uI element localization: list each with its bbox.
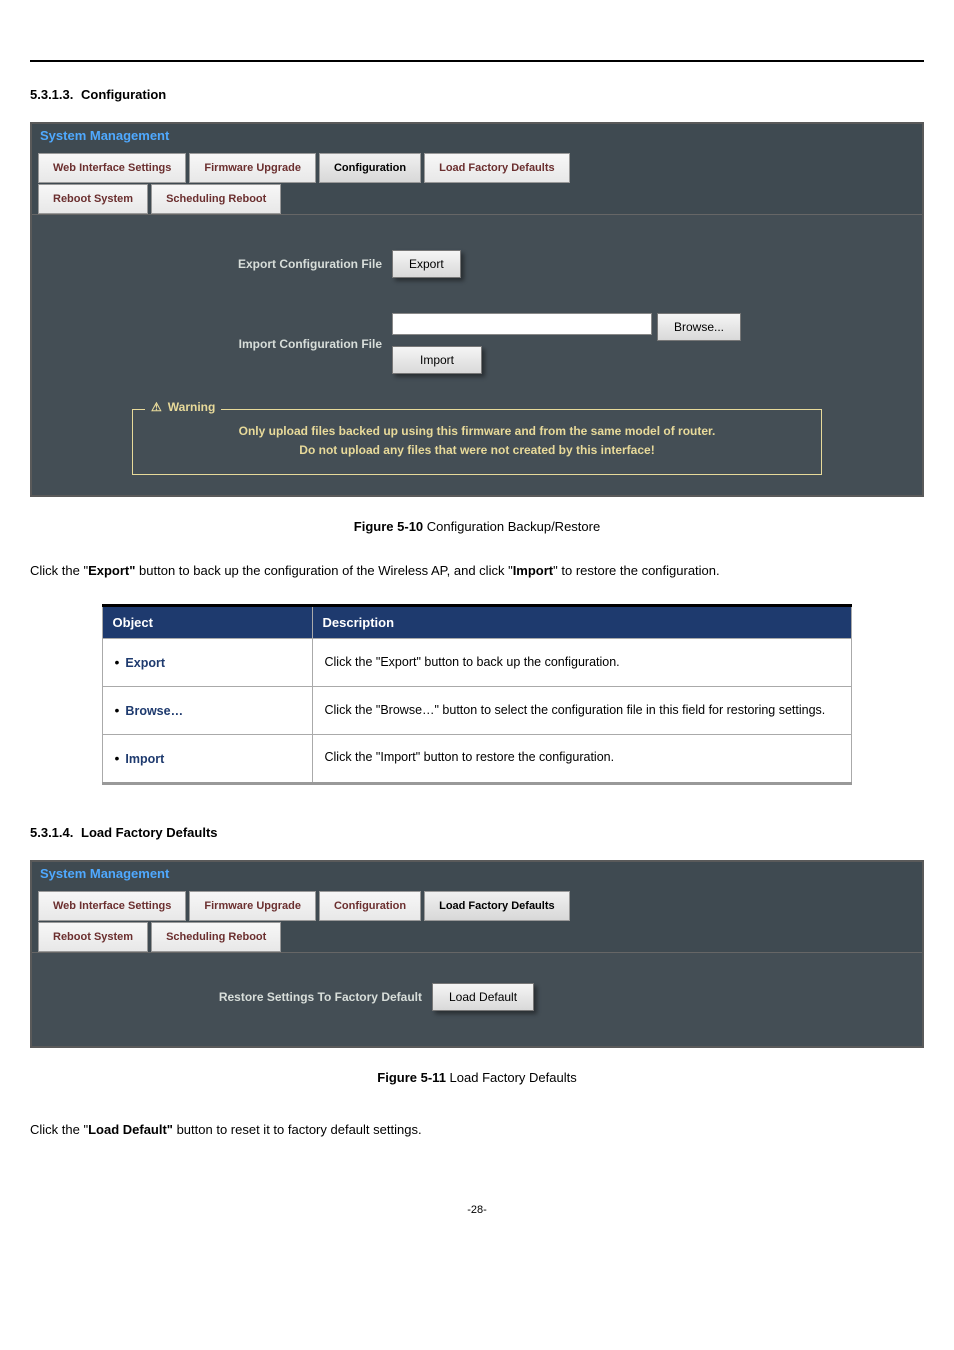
object-description-table: Object Description • Export Click the "Ex…: [102, 604, 853, 784]
tab-web-interface[interactable]: Web Interface Settings: [38, 891, 186, 921]
restore-row: Restore Settings To Factory Default Load…: [62, 983, 892, 1011]
system-management-panel-defaults: System Management Web Interface Settings…: [30, 860, 924, 1048]
tab-reboot-system[interactable]: Reboot System: [38, 922, 148, 952]
export-label: Export Configuration File: [62, 257, 392, 271]
warning-text: Only upload files backed up using this f…: [151, 422, 803, 460]
object-name: Export: [125, 656, 165, 670]
section-title: Configuration: [81, 87, 166, 102]
panel-body: Export Configuration File Export Import …: [32, 214, 922, 495]
object-description: Click the "Export" button to back up the…: [312, 639, 852, 687]
page-number: -28-: [30, 1204, 924, 1216]
tab-scheduling-reboot[interactable]: Scheduling Reboot: [151, 922, 281, 952]
figure-title: Load Factory Defaults: [446, 1070, 577, 1085]
bullet-icon: •: [115, 750, 120, 766]
object-name: Browse…: [125, 704, 183, 718]
restore-label: Restore Settings To Factory Default: [62, 990, 432, 1004]
object-name: Import: [125, 752, 164, 766]
tab-web-interface[interactable]: Web Interface Settings: [38, 153, 186, 183]
tabs-container: Web Interface Settings Firmware Upgrade …: [32, 885, 922, 952]
tabs-container: Web Interface Settings Firmware Upgrade …: [32, 147, 922, 214]
figure-number: Figure 5-11: [377, 1070, 446, 1085]
import-file-input[interactable]: [392, 313, 652, 335]
bullet-icon: •: [115, 654, 120, 670]
warning-legend: ⚠ Warning: [145, 400, 221, 414]
bullet-icon: •: [115, 702, 120, 718]
warning-line1: Only upload files backed up using this f…: [151, 422, 803, 441]
system-management-panel-config: System Management Web Interface Settings…: [30, 122, 924, 497]
section-heading-config: 5.3.1.3. Configuration: [30, 87, 924, 102]
panel-body: Restore Settings To Factory Default Load…: [32, 952, 922, 1046]
browse-button[interactable]: Browse...: [657, 313, 741, 341]
tab-firmware-upgrade[interactable]: Firmware Upgrade: [189, 153, 316, 183]
export-row: Export Configuration File Export: [62, 250, 892, 278]
paragraph-load-default: Click the "Load Default" button to reset…: [30, 1115, 924, 1145]
section-heading-load-defaults: 5.3.1.4. Load Factory Defaults: [30, 825, 924, 840]
table-row: • Browse… Click the "Browse…" button to s…: [102, 687, 852, 735]
figure-caption-2: Figure 5-11 Load Factory Defaults: [30, 1070, 924, 1085]
section-number: 5.3.1.4.: [30, 825, 73, 840]
tab-firmware-upgrade[interactable]: Firmware Upgrade: [189, 891, 316, 921]
table-row: • Import Click the "Import" button to res…: [102, 734, 852, 783]
warning-line2: Do not upload any files that were not cr…: [151, 441, 803, 460]
paragraph-export-import: Click the "Export" button to back up the…: [30, 556, 924, 586]
tab-load-factory-defaults[interactable]: Load Factory Defaults: [424, 891, 570, 921]
object-description: Click the "Browse…" button to select the…: [312, 687, 852, 735]
import-label: Import Configuration File: [62, 337, 392, 351]
tab-configuration[interactable]: Configuration: [319, 153, 421, 183]
tab-configuration[interactable]: Configuration: [319, 891, 421, 921]
tab-scheduling-reboot[interactable]: Scheduling Reboot: [151, 184, 281, 214]
load-default-button[interactable]: Load Default: [432, 983, 534, 1011]
export-button[interactable]: Export: [392, 250, 461, 278]
import-button[interactable]: Import: [392, 346, 482, 374]
figure-caption-1: Figure 5-10 Configuration Backup/Restore: [30, 519, 924, 534]
tab-reboot-system[interactable]: Reboot System: [38, 184, 148, 214]
warning-legend-text: Warning: [168, 400, 216, 414]
table-header-description: Description: [312, 606, 852, 639]
warning-icon: ⚠: [151, 400, 162, 414]
table-header-object: Object: [102, 606, 312, 639]
panel-title: System Management: [32, 124, 922, 147]
warning-box: ⚠ Warning Only upload files backed up us…: [132, 409, 822, 475]
import-row: Import Configuration File Browse... Impo…: [62, 313, 892, 374]
section-title: Load Factory Defaults: [81, 825, 218, 840]
figure-number: Figure 5-10: [354, 519, 423, 534]
object-description: Click the "Import" button to restore the…: [312, 734, 852, 783]
figure-title: Configuration Backup/Restore: [423, 519, 600, 534]
section-number: 5.3.1.3.: [30, 87, 73, 102]
panel-title: System Management: [32, 862, 922, 885]
table-row: • Export Click the "Export" button to bac…: [102, 639, 852, 687]
tab-load-factory-defaults[interactable]: Load Factory Defaults: [424, 153, 570, 183]
